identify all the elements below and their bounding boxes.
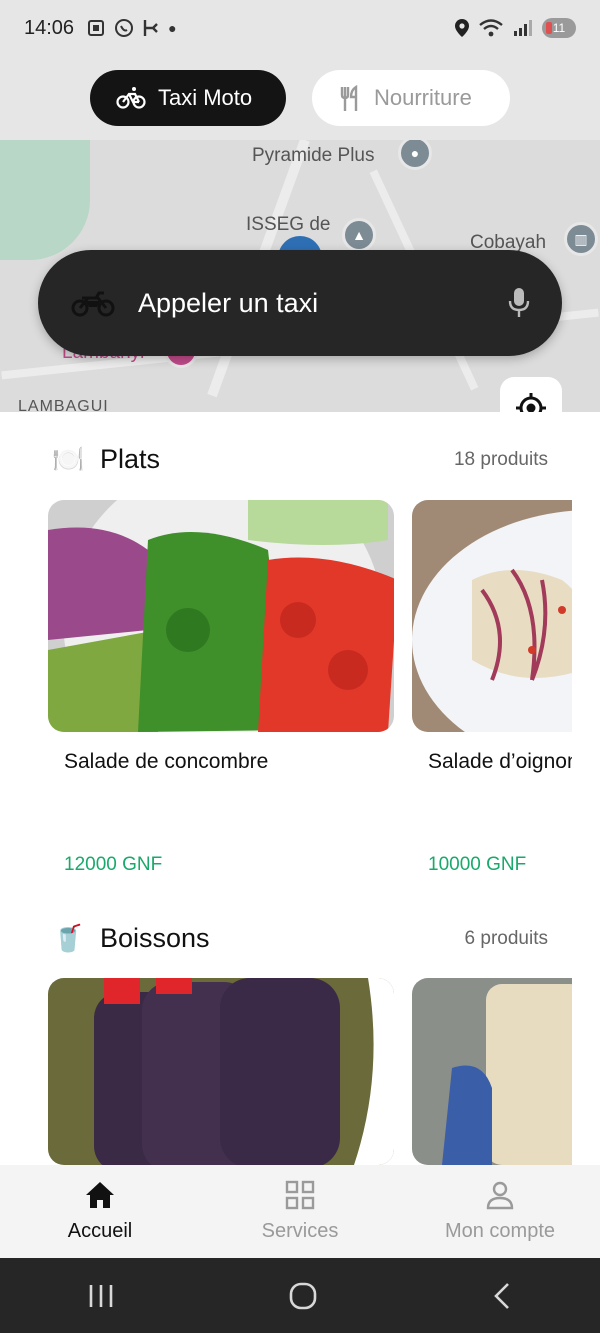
battery-icon: 11	[542, 18, 576, 38]
building-pin-icon: ▥	[564, 222, 598, 256]
status-bar: 14:06 ● 11	[0, 0, 600, 56]
locate-me-button[interactable]	[500, 377, 562, 412]
nourriture-label: Nourriture	[374, 85, 472, 110]
grid-icon	[285, 1180, 315, 1210]
nav-account[interactable]: Mon compte	[400, 1165, 600, 1258]
product-name: Salade de concombre	[64, 750, 269, 773]
wifi-icon	[479, 19, 503, 37]
nav-services-label: Services	[261, 1220, 339, 1242]
map-label: ISSEG de	[246, 214, 331, 235]
more-notifications-dot-icon: ●	[168, 20, 177, 36]
nourriture-tab[interactable]: Nourriture	[312, 70, 510, 126]
drink-cup-icon: 🥤	[52, 923, 85, 953]
section-title: Boissons	[100, 923, 210, 953]
microphone-icon[interactable]	[508, 287, 530, 319]
product-image-bissap-bottles	[48, 978, 394, 1165]
product-card[interactable]: Salade d’oignon 10000 GNF	[412, 500, 572, 875]
motorcycle-icon	[71, 291, 115, 317]
nav-home[interactable]: Accueil	[0, 1165, 200, 1258]
status-time: 14:06	[24, 16, 75, 39]
location-icon	[455, 19, 469, 37]
plats-section-header: 🍽️ Plats 18 produits	[52, 444, 548, 475]
product-name: Salade d’oignon	[428, 750, 572, 773]
notification-icons: ●	[86, 18, 177, 38]
recent-apps-icon[interactable]	[87, 1283, 115, 1309]
call-taxi-label: Appeler un taxi	[138, 287, 319, 318]
section-count: 18 produits	[453, 448, 548, 470]
bicycle-icon	[116, 87, 146, 109]
map-park-area	[0, 140, 90, 260]
product-price: 10000 GNF	[428, 854, 527, 875]
app-notification-icon	[143, 20, 158, 36]
boissons-list[interactable]	[48, 978, 572, 1165]
section-count: 6 produits	[464, 927, 548, 949]
screenshot-icon	[88, 20, 105, 36]
product-price: 12000 GNF	[64, 854, 163, 875]
home-icon	[86, 1182, 114, 1208]
user-icon	[486, 1181, 514, 1210]
nav-account-label: Mon compte	[444, 1220, 556, 1242]
product-card[interactable]	[412, 978, 572, 1165]
map-label: LAMBAGUI	[18, 398, 109, 412]
nav-services[interactable]: Services	[200, 1165, 400, 1258]
taxi-moto-tab[interactable]: Taxi Moto	[90, 70, 286, 126]
status-right: 11	[454, 18, 576, 38]
school-pin-icon: ▲	[342, 218, 376, 252]
whatsapp-icon	[115, 19, 134, 37]
taxi-moto-label: Taxi Moto	[158, 85, 253, 110]
map-place-pin-icon: ●	[398, 140, 432, 170]
call-taxi-bar[interactable]: Appeler un taxi	[38, 250, 562, 356]
utensils-icon	[340, 85, 358, 111]
signal-icon	[514, 20, 532, 36]
plate-icon: 🍽️	[52, 444, 85, 474]
product-image-onion-salad	[412, 500, 572, 732]
map-label: Pyramide Plus	[252, 145, 375, 166]
product-image-cucumber-salad	[48, 500, 394, 732]
crosshair-icon	[516, 393, 546, 412]
plats-list[interactable]: Salade de concombre 12000 GNF Salade d’o…	[48, 500, 572, 890]
product-card[interactable]	[48, 978, 394, 1165]
nav-home-label: Accueil	[67, 1220, 133, 1242]
product-image-drink-glass	[412, 978, 572, 1165]
mode-selector: Taxi Moto Nourriture	[0, 56, 600, 140]
section-title: Plats	[100, 444, 161, 474]
boissons-section-header: 🥤 Boissons 6 produits	[52, 923, 548, 954]
back-icon[interactable]	[491, 1281, 513, 1311]
home-button-icon[interactable]	[288, 1281, 318, 1311]
system-navigation-bar	[0, 1258, 600, 1333]
product-card[interactable]: Salade de concombre 12000 GNF	[48, 500, 394, 875]
bottom-navigation: Accueil Services Mon compte	[0, 1165, 600, 1258]
